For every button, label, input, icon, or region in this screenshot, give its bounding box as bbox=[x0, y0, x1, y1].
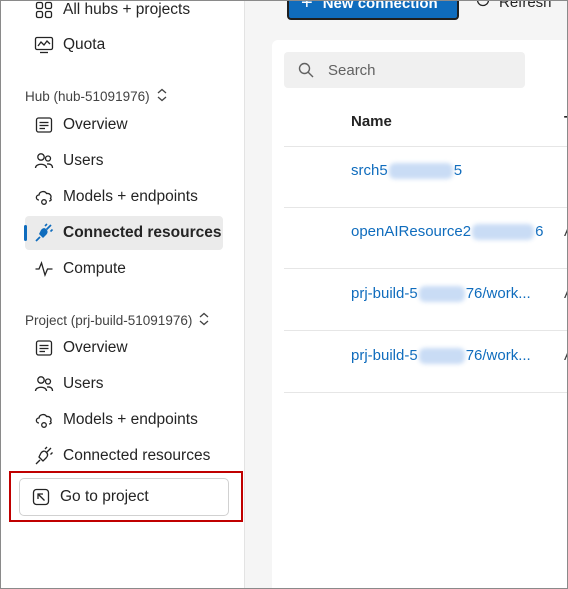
row-name-end: 76/work... bbox=[465, 285, 531, 302]
grid-icon bbox=[33, 0, 55, 21]
column-header-type[interactable]: T bbox=[564, 113, 568, 130]
search-input[interactable]: Search bbox=[284, 52, 525, 88]
nav-quota[interactable]: Quota bbox=[25, 28, 223, 62]
plug-icon bbox=[33, 445, 55, 467]
divider bbox=[284, 146, 568, 147]
refresh-button[interactable]: Refresh bbox=[475, 0, 552, 12]
chevron-updown-icon bbox=[156, 88, 168, 105]
nav-label: All hubs + projects bbox=[63, 1, 191, 18]
nav-label: Users bbox=[63, 152, 104, 169]
project-nav-overview[interactable]: Overview bbox=[25, 331, 223, 365]
redaction bbox=[388, 163, 453, 180]
sidebar: All hubs + projects Quota Hub (hub-51091… bbox=[1, 0, 245, 589]
row-name-end: 6 bbox=[535, 223, 544, 240]
connections-card: Search Name T srch55 openAIResource26 A … bbox=[272, 40, 568, 589]
project-section-label: Project (prj-build-51091976) bbox=[25, 313, 193, 328]
nav-label: Users bbox=[63, 375, 104, 392]
search-placeholder: Search bbox=[328, 61, 376, 79]
overview-icon bbox=[33, 337, 55, 359]
divider bbox=[284, 392, 568, 393]
project-nav-connected-resources[interactable]: Connected resources bbox=[25, 439, 223, 473]
table-row-link[interactable]: prj-build-5 76/work... bbox=[351, 347, 531, 365]
row-name-start: openAIResource2 bbox=[351, 223, 472, 240]
plug-icon bbox=[33, 222, 55, 244]
redaction bbox=[418, 348, 465, 365]
chevron-updown-icon bbox=[198, 312, 210, 329]
nav-label: Models + endpoints bbox=[63, 188, 198, 205]
compute-icon bbox=[33, 258, 55, 280]
divider bbox=[284, 268, 568, 269]
hub-nav-connected-resources[interactable]: Connected resources bbox=[24, 216, 223, 250]
models-icon bbox=[33, 186, 55, 208]
row-type: A bbox=[564, 285, 568, 302]
hub-section-header[interactable]: Hub (hub-51091976) bbox=[25, 88, 168, 105]
row-name-start: prj-build-5 bbox=[351, 285, 418, 302]
table-row-link[interactable]: srch5 5 bbox=[351, 162, 463, 180]
nav-all-hubs[interactable]: All hubs + projects bbox=[25, 0, 223, 27]
row-name-end: 76/work... bbox=[465, 347, 531, 364]
row-name-start: srch5 bbox=[351, 162, 388, 179]
overview-icon bbox=[33, 114, 55, 136]
hub-nav-users[interactable]: Users bbox=[25, 144, 223, 178]
table-row-link[interactable]: openAIResource2 6 bbox=[351, 223, 544, 241]
hub-nav-compute[interactable]: Compute bbox=[25, 252, 223, 286]
nav-label: Overview bbox=[63, 339, 128, 356]
project-section-header[interactable]: Project (prj-build-51091976) bbox=[25, 312, 210, 329]
row-type: A bbox=[564, 223, 568, 240]
nav-label: Quota bbox=[63, 36, 106, 53]
row-name-start: prj-build-5 bbox=[351, 347, 418, 364]
redaction bbox=[472, 224, 535, 241]
active-indicator bbox=[24, 225, 27, 241]
hub-nav-overview[interactable]: Overview bbox=[25, 108, 223, 142]
project-nav-users[interactable]: Users bbox=[25, 367, 223, 401]
users-icon bbox=[33, 150, 55, 172]
quota-icon bbox=[33, 34, 55, 56]
new-connection-label: New connection bbox=[322, 0, 438, 12]
nav-label: Connected resources bbox=[63, 447, 211, 464]
project-nav-models[interactable]: Models + endpoints bbox=[25, 403, 223, 437]
users-icon bbox=[33, 373, 55, 395]
main-content: + New connection Refresh Search Name T s… bbox=[245, 0, 568, 589]
refresh-icon bbox=[475, 0, 491, 12]
search-icon bbox=[298, 62, 314, 78]
nav-label: Connected resources bbox=[63, 224, 222, 241]
hub-nav-models[interactable]: Models + endpoints bbox=[25, 180, 223, 214]
nav-label: Models + endpoints bbox=[63, 411, 198, 428]
nav-label: Compute bbox=[63, 260, 126, 277]
divider bbox=[284, 330, 568, 331]
row-name-end: 5 bbox=[453, 162, 463, 179]
models-icon bbox=[33, 409, 55, 431]
divider bbox=[284, 207, 568, 208]
row-type: A bbox=[564, 347, 568, 364]
nav-label: Overview bbox=[63, 116, 128, 133]
redaction bbox=[418, 286, 465, 303]
highlight-box bbox=[9, 471, 243, 522]
table-row-link[interactable]: prj-build-5 76/work... bbox=[351, 285, 531, 303]
column-header-name[interactable]: Name bbox=[351, 113, 392, 130]
new-connection-button[interactable]: + New connection bbox=[287, 0, 459, 20]
hub-section-label: Hub (hub-51091976) bbox=[25, 89, 150, 104]
refresh-label: Refresh bbox=[499, 0, 552, 11]
plus-icon: + bbox=[301, 0, 313, 14]
